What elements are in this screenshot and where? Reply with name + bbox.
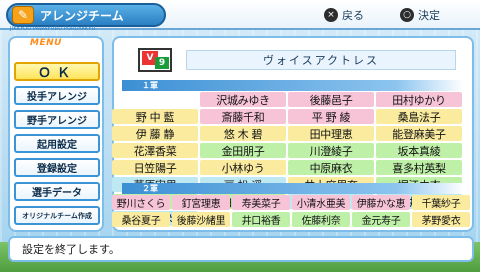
player-cell[interactable]: 後藤邑子 — [288, 92, 374, 107]
player-cell[interactable]: 野 中 藍 — [112, 109, 198, 124]
player-cell[interactable]: 後藤沙緒里 — [172, 212, 230, 227]
player-cell[interactable]: 釘宮理恵 — [172, 195, 230, 210]
lineup-settings-button[interactable]: 起用設定 — [14, 134, 100, 153]
player-cell[interactable]: 野川さくら — [112, 195, 170, 210]
player-cell[interactable]: 千葉紗子 — [412, 195, 470, 210]
second-team-heading: ２軍 — [122, 183, 464, 194]
confirm-label: 決定 — [418, 9, 440, 22]
team-name: ヴォイスアクトレス — [186, 50, 456, 70]
player-cell[interactable]: 佐藤利奈 — [292, 212, 350, 227]
team-logo: V 9 — [138, 48, 172, 72]
status-message: 設定を終了します。 — [22, 243, 120, 256]
player-data-button[interactable]: 選手データ — [14, 182, 100, 201]
fielder-arrange-button[interactable]: 野手アレンジ — [14, 110, 100, 129]
player-cell[interactable]: 茅野愛衣 — [412, 212, 470, 227]
player-cell[interactable]: 喜多村英梨 — [376, 160, 462, 175]
player-cell[interactable]: 川澄綾子 — [288, 143, 374, 158]
team-logo-number: 9 — [155, 57, 169, 69]
player-cell[interactable]: 金元寿子 — [352, 212, 410, 227]
back-label: 戻る — [342, 9, 364, 22]
arrange-icon: ✎ — [12, 6, 34, 24]
player-cell[interactable]: 桑谷夏子 — [112, 212, 170, 227]
player-cell[interactable]: 中原麻衣 — [288, 160, 374, 175]
player-cell[interactable]: 田中理恵 — [288, 126, 374, 141]
player-cell[interactable]: 日笠陽子 — [112, 160, 198, 175]
player-cell[interactable]: 小清水亜美 — [292, 195, 350, 210]
player-cell[interactable]: 伊 藤 静 — [112, 126, 198, 141]
player-cell[interactable]: 井口裕香 — [232, 212, 290, 227]
player-cell[interactable]: 坂本真綾 — [376, 143, 462, 158]
player-cell[interactable]: 田村ゆかり — [376, 92, 462, 107]
player-cell[interactable]: 沢城みゆき — [200, 92, 286, 107]
cross-button-icon: × — [324, 8, 338, 22]
player-cell[interactable]: 花澤香菜 — [112, 143, 198, 158]
ok-button[interactable]: ＯＫ — [14, 62, 100, 81]
top-bar: ✎ アレンジチーム JIKKYOU PAWAFURU PUROYAKYU × 戻… — [0, 0, 480, 32]
player-cell[interactable]: 小林ゆう — [200, 160, 286, 175]
page-title: アレンジチーム — [40, 8, 124, 23]
player-cell[interactable]: 斎藤千和 — [200, 109, 286, 124]
player-cell[interactable]: 悠 木 碧 — [200, 126, 286, 141]
registration-settings-button[interactable]: 登録設定 — [14, 158, 100, 177]
menu-heading: MENU — [30, 38, 62, 48]
player-cell[interactable]: 能登麻美子 — [376, 126, 462, 141]
player-cell[interactable]: 平 野 綾 — [288, 109, 374, 124]
first-team-heading: １軍 — [122, 80, 464, 91]
status-bar: 設定を終了します。 — [8, 236, 474, 262]
player-cell[interactable]: 金田朋子 — [200, 143, 286, 158]
second-team-grid: 野川さくら 釘宮理恵 寿美菜子 小清水亜美 伊藤かな恵 千葉紗子桑谷夏子 後藤沙緒里 井口裕香… — [112, 195, 470, 227]
create-original-team-button[interactable]: オリジナルチーム作成 — [14, 206, 100, 225]
pitcher-arrange-button[interactable]: 投手アレンジ — [14, 86, 100, 105]
player-cell[interactable]: 桑島法子 — [376, 109, 462, 124]
circle-button-icon: ○ — [400, 8, 414, 22]
game-subtitle: JIKKYOU PAWAFURU PUROYAKYU — [10, 26, 96, 32]
player-cell[interactable]: 伊藤かな恵 — [352, 195, 410, 210]
title-badge: ✎ アレンジチーム — [6, 3, 166, 27]
player-cell[interactable]: 寿美菜子 — [232, 195, 290, 210]
back-control[interactable]: × 戻る — [324, 7, 364, 23]
confirm-control[interactable]: ○ 決定 — [400, 7, 440, 23]
